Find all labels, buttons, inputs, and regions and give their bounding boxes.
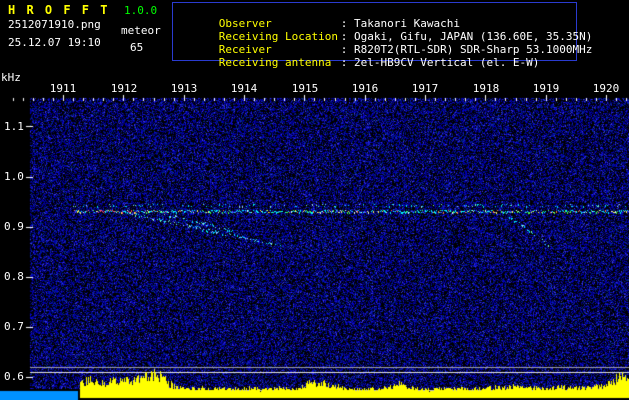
time-label: 1918 — [472, 82, 500, 95]
freq-label: 0.7 — [4, 320, 24, 333]
info-value: : 2el-HB9CV Vertical (el. E-W) — [340, 56, 540, 69]
app-version: 1.0.0 — [124, 4, 158, 17]
time-label: 1919 — [532, 82, 560, 95]
freq-axis-unit: kHz — [1, 71, 21, 84]
hrofft-output: H R O F F T 1.0.0 2512071910.png meteor … — [0, 0, 629, 400]
freq-label: 1.0 — [4, 170, 24, 183]
datetime: 25.12.07 19:10 — [8, 36, 101, 49]
freq-label: 0.6 — [4, 370, 24, 383]
time-label: 1920 — [592, 82, 620, 95]
mode-label: meteor — [121, 24, 161, 37]
time-label: 1911 — [49, 82, 77, 95]
freq-label: 0.9 — [4, 220, 24, 233]
station-info-box: Observer: Takanori Kawachi Receiving Loc… — [172, 2, 592, 69]
time-label: 1915 — [291, 82, 319, 95]
info-label: Receiving antenna — [218, 56, 332, 69]
time-label: 1917 — [411, 82, 439, 95]
info-row-antenna: Receiving antenna : 2el-HB9CV Vertical (e… — [179, 45, 540, 81]
filename: 2512071910.png — [8, 18, 101, 31]
time-label: 1912 — [110, 82, 138, 95]
time-label: 1913 — [170, 82, 198, 95]
app-name: H R O F F T — [8, 3, 110, 17]
freq-label: 1.1 — [4, 120, 24, 133]
echo-count: 65 — [130, 41, 144, 54]
freq-label: 0.8 — [4, 270, 24, 283]
time-label: 1916 — [351, 82, 379, 95]
time-label: 1914 — [230, 82, 258, 95]
